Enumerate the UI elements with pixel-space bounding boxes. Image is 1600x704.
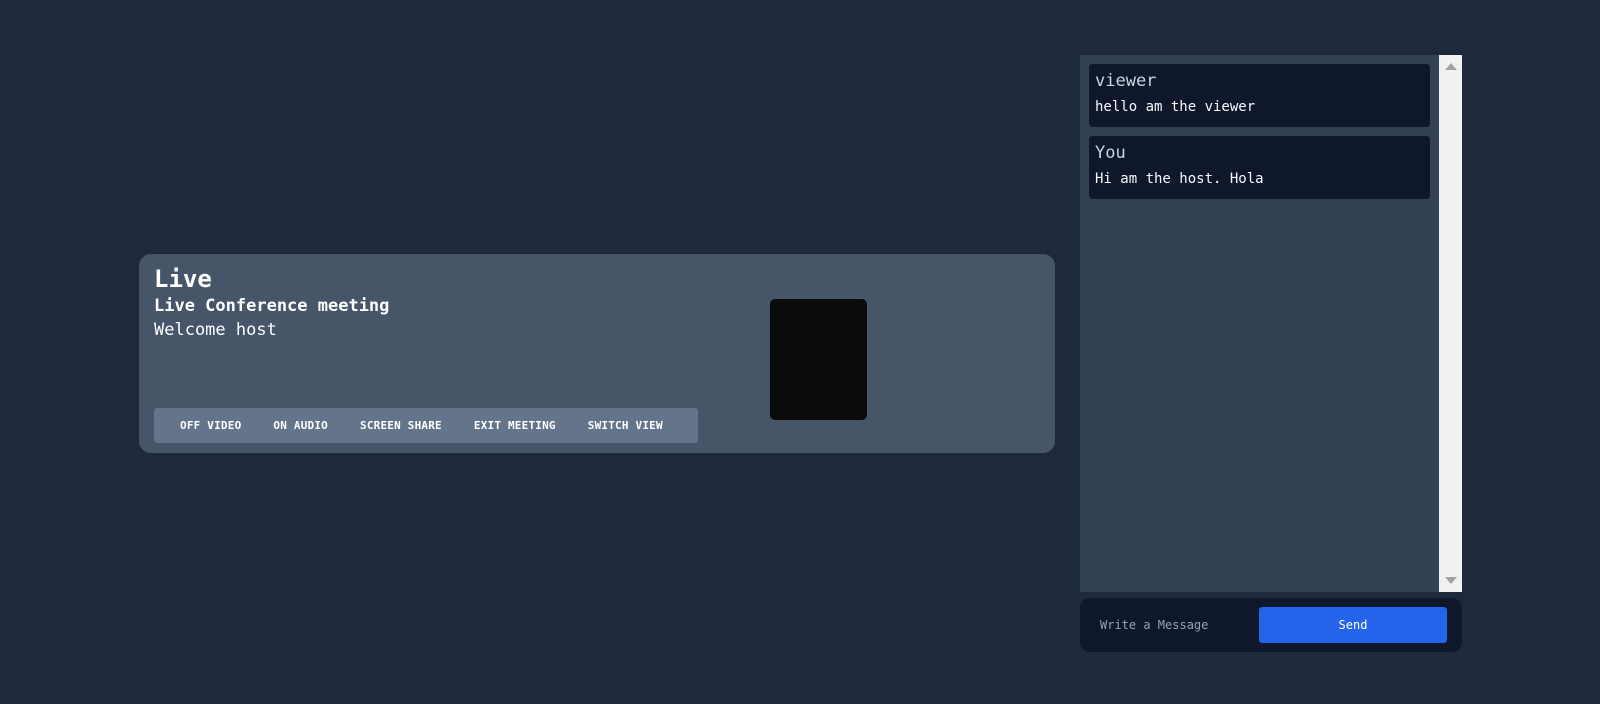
chat-panel: viewer hello am the viewer You Hi am the… [1080, 55, 1462, 592]
meeting-page: Live Live Conference meeting Welcome hos… [0, 0, 1600, 704]
send-button[interactable]: Send [1259, 607, 1447, 643]
message-text: Hi am the host. Hola [1095, 171, 1264, 187]
message-author: viewer [1095, 71, 1157, 91]
message-author: You [1095, 143, 1126, 163]
chat-scrollbar[interactable] [1439, 55, 1462, 592]
exit-meeting-button[interactable]: EXIT MEETING [460, 413, 570, 438]
meeting-card: Live Live Conference meeting Welcome hos… [139, 254, 1055, 453]
screen-share-button[interactable]: SCREEN SHARE [346, 413, 456, 438]
message-composer: Send [1080, 598, 1462, 652]
message-text: hello am the viewer [1095, 99, 1256, 115]
video-tile [770, 299, 867, 420]
toggle-audio-button[interactable]: ON AUDIO [259, 413, 342, 438]
meeting-controls-bar: OFF VIDEO ON AUDIO SCREEN SHARE EXIT MEE… [154, 408, 698, 443]
meeting-subtitle: Live Conference meeting [154, 296, 390, 316]
scroll-up-arrow-icon[interactable] [1445, 63, 1457, 70]
scroll-down-arrow-icon[interactable] [1445, 577, 1457, 584]
meeting-title: Live [154, 265, 212, 293]
switch-view-button[interactable]: SWITCH VIEW [574, 413, 677, 438]
welcome-text: Welcome host [154, 320, 277, 340]
chat-message: viewer hello am the viewer [1089, 64, 1430, 127]
toggle-video-button[interactable]: OFF VIDEO [166, 413, 255, 438]
chat-message: You Hi am the host. Hola [1089, 136, 1430, 199]
message-input[interactable] [1092, 607, 1232, 643]
chat-message-list: viewer hello am the viewer You Hi am the… [1080, 55, 1439, 592]
